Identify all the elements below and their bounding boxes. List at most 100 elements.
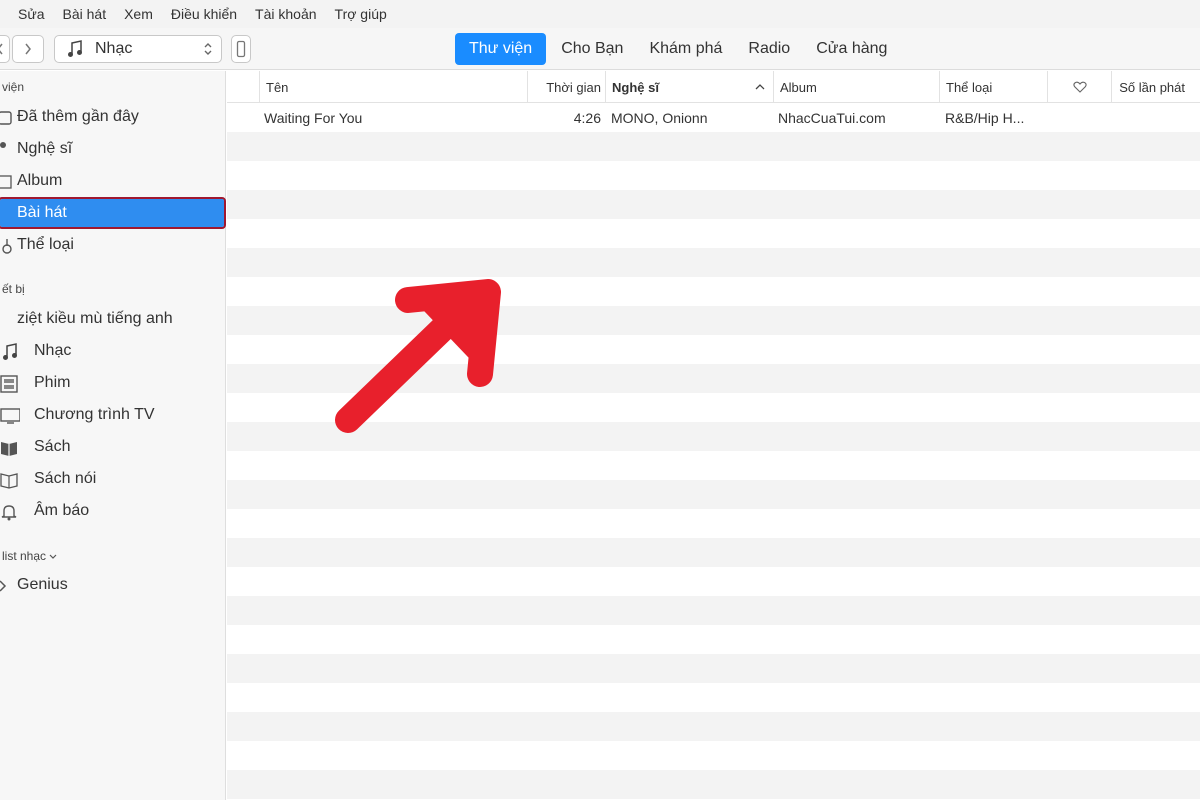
forward-button[interactable] [12,35,44,63]
device-button[interactable] [231,35,251,63]
sidebar-item-label: Sách nói [34,470,97,487]
sort-ascending-icon [755,84,765,90]
sidebar-item-label: Sách [34,438,71,455]
sidebar-device[interactable]: ziệt kiều mù tiếng anh [0,304,226,334]
sidebar-item-device-tones[interactable]: Âm báo [0,496,226,526]
table-row-empty [227,161,1200,190]
music-note-icon [3,343,17,360]
sidebar-item-device-tv[interactable]: Chương trình TV [0,400,226,430]
sidebar-item-songs[interactable]: Bài hát [0,197,226,229]
genius-icon [0,580,7,592]
column-album-label: Album [780,79,817,95]
chevron-right-icon [25,43,31,55]
sidebar-item-genius[interactable]: Genius [0,570,226,600]
sidebar-item-device-music[interactable]: Nhạc [0,336,226,366]
sidebar-item-label: Phim [34,374,71,391]
column-name-label: Tên [266,79,289,95]
cell-time: 4:26 [573,109,601,126]
back-button[interactable] [0,35,10,63]
media-type-select[interactable]: Nhạc [54,35,222,63]
sidebar-item-device-books[interactable]: Sách [0,432,226,462]
sidebar-item-device-movies[interactable]: Phim [0,368,226,398]
table-row-empty [227,509,1200,538]
column-header-artist[interactable]: Nghệ sĩ [605,71,773,103]
table-row-empty [227,741,1200,770]
devices-header: ết bị [2,282,25,296]
table-row[interactable]: Waiting For You 4:26 MONO, Onionn NhacCu… [227,103,1200,132]
sidebar-item-label: Thể loại [17,236,74,253]
menu-view[interactable]: Xem [124,6,153,22]
album-icon [0,175,12,189]
cell-genre: R&B/Hip H... [945,109,1025,126]
sidebar-item-genres[interactable]: Thể loại [0,230,226,260]
column-header-plays[interactable]: Số lần phát [1111,71,1191,103]
tab-library[interactable]: Thư viện [455,33,547,65]
menu-bar: Sửa Bài hát Xem Điều khiển Tài khoản Trợ… [0,0,1200,28]
updown-arrows-icon [204,43,212,55]
menu-song[interactable]: Bài hát [63,6,107,22]
menu-account[interactable]: Tài khoản [255,6,316,22]
sidebar-item-label: Âm báo [34,502,90,519]
sidebar-item-label: Nghệ sĩ [17,140,73,157]
book-icon [1,442,17,456]
bell-icon [1,505,17,521]
sidebar-item-label: Genius [17,576,68,593]
chevron-down-icon [49,554,57,559]
sidebar-item-label: Chương trình TV [34,406,155,423]
column-header-genre[interactable]: Thể loại [939,71,1047,103]
media-type-label: Nhạc [95,40,133,57]
playlists-header-label: list nhạc [2,549,47,563]
column-header-album[interactable]: Album [773,71,939,103]
column-header-love[interactable] [1047,71,1111,103]
section-tabs: Thư viện Cho Bạn Khám phá Radio Cửa hàng [455,33,902,65]
sidebar-item-label: Album [17,172,63,189]
tab-browse[interactable]: Khám phá [638,33,733,65]
menu-edit[interactable]: Sửa [18,6,45,22]
column-header-time[interactable]: Thời gian [527,71,605,103]
tab-for-you[interactable]: Cho Bạn [550,33,634,65]
menu-controls[interactable]: Điều khiển [171,6,237,22]
sidebar: viện Đã thêm gần đây Nghệ sĩ Album Bài h… [0,71,226,800]
table-row-empty [227,480,1200,509]
device-name: ziệt kiều mù tiếng anh [17,310,173,327]
column-time-label: Thời gian [546,79,601,95]
sidebar-item-label: Nhạc [34,342,72,359]
column-plays-label: Số lần phát [1119,79,1185,95]
cell-name: Waiting For You [264,109,363,126]
playlists-header[interactable]: list nhạc [2,549,57,563]
sidebar-item-recently-added[interactable]: Đã thêm gần đây [0,102,226,132]
phone-icon [236,40,246,58]
tv-icon [0,408,20,424]
sidebar-item-albums[interactable]: Album [0,166,226,196]
table-row-empty [227,190,1200,219]
tab-radio[interactable]: Radio [737,33,801,65]
table-row-empty [227,712,1200,741]
audiobook-icon [0,473,18,489]
column-header-name[interactable]: Tên [259,71,527,103]
library-header: viện [2,80,25,94]
column-genre-label: Thể loại [946,79,993,95]
sidebar-item-device-audiobooks[interactable]: Sách nói [0,464,226,494]
film-icon [0,375,18,393]
cell-album: NhacCuaTui.com [778,109,886,126]
table-row-empty [227,596,1200,625]
cell-artist: MONO, Onionn [611,109,708,126]
annotation-arrow-icon [335,279,501,433]
heart-icon [1072,81,1087,93]
clock-icon [0,111,12,125]
table-row-empty [227,132,1200,161]
table-row-empty [227,538,1200,567]
sidebar-item-label: Bài hát [17,204,67,221]
tab-store[interactable]: Cửa hàng [805,33,898,65]
table-row-empty [227,625,1200,654]
menu-help[interactable]: Trợ giúp [335,6,387,22]
table-header: Tên Thời gian Nghệ sĩ Album Thể loại Số … [227,71,1200,103]
table-row-empty [227,451,1200,480]
table-row-empty [227,219,1200,248]
table-body: Waiting For You 4:26 MONO, Onionn NhacCu… [227,103,1200,800]
sidebar-item-label: Đã thêm gần đây [17,108,139,125]
microphone-icon [0,142,6,148]
chevron-left-icon [0,43,3,55]
table-row-empty [227,567,1200,596]
sidebar-item-artists[interactable]: Nghệ sĩ [0,134,226,164]
